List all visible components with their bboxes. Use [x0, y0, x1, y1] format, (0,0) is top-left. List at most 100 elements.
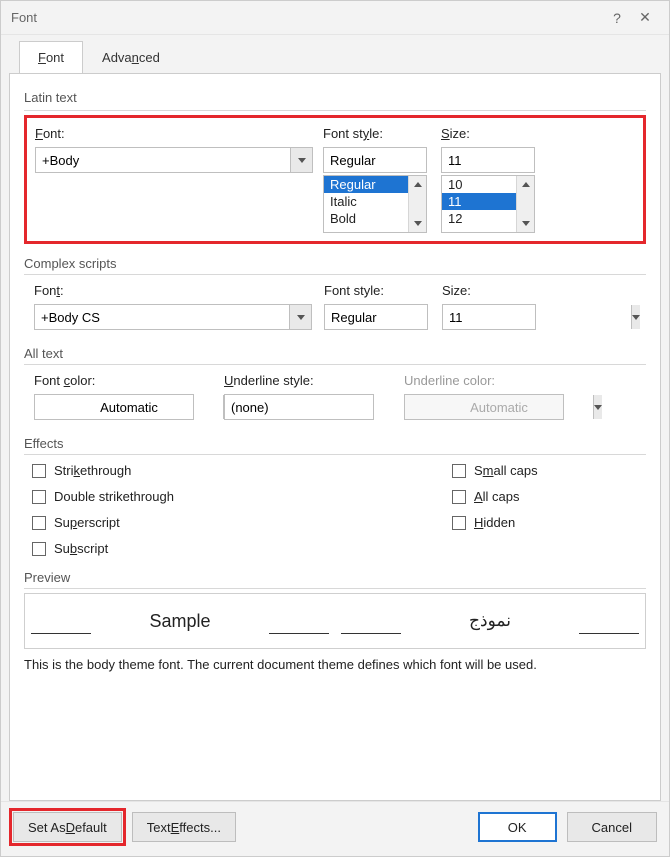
chevron-down-icon: [297, 315, 305, 320]
checkbox-subscript[interactable]: Subscript: [32, 541, 452, 556]
underline-color-dropdown-button: [593, 395, 602, 419]
checkbox-small-caps[interactable]: Small caps: [452, 463, 538, 478]
chevron-down-icon: [594, 405, 602, 410]
complex-size-input[interactable]: [443, 305, 631, 329]
checkbox-icon: [452, 516, 466, 530]
checkbox-hidden[interactable]: Hidden: [452, 515, 538, 530]
size-input[interactable]: [442, 148, 630, 172]
checkbox-superscript[interactable]: Superscript: [32, 515, 452, 530]
size-scrollbar[interactable]: [516, 176, 534, 232]
font-color-value[interactable]: [35, 395, 223, 419]
scroll-down-button[interactable]: [517, 215, 534, 232]
set-as-default-button[interactable]: Set As Default: [13, 812, 122, 842]
font-style-option-regular[interactable]: Regular: [324, 176, 408, 193]
font-style-input-combo[interactable]: [323, 147, 427, 173]
title-bar: Font ? ✕: [1, 1, 669, 35]
scroll-up-button[interactable]: [517, 176, 534, 193]
group-divider: [24, 110, 646, 111]
chevron-up-icon: [522, 182, 530, 187]
size-label: Size:: [441, 126, 545, 141]
preview-sample-complex: نموذج: [335, 594, 645, 648]
latin-text-highlight-box: Font: Font style: Regular Italic: [24, 115, 646, 244]
size-option-10[interactable]: 10: [442, 176, 516, 193]
font-style-option-italic[interactable]: Italic: [324, 193, 408, 210]
underline-style-label: Underline style:: [224, 373, 382, 388]
scroll-down-button[interactable]: [409, 215, 426, 232]
ok-button[interactable]: OK: [478, 812, 557, 842]
preview-line-icon: [269, 633, 329, 634]
font-color-combo[interactable]: [34, 394, 194, 420]
complex-font-label: Font:: [34, 283, 324, 298]
cancel-button[interactable]: Cancel: [567, 812, 657, 842]
tab-font[interactable]: Fontdocument.currentScript.previousEleme…: [19, 41, 83, 74]
chevron-down-icon: [298, 158, 306, 163]
checkbox-icon: [32, 516, 46, 530]
help-icon[interactable]: ?: [603, 10, 631, 26]
font-dialog: Font ? ✕ Fontdocument.currentScript.prev…: [0, 0, 670, 857]
size-option-11[interactable]: 11: [442, 193, 516, 210]
complex-font-combo[interactable]: [34, 304, 312, 330]
group-complex-scripts: Complex scripts: [24, 256, 646, 271]
tabs: Fontdocument.currentScript.previousEleme…: [19, 41, 669, 74]
size-listbox[interactable]: 10 11 12: [441, 175, 535, 233]
chevron-down-icon: [414, 221, 422, 226]
text-effects-button[interactable]: Text Effects...: [132, 812, 236, 842]
checkbox-strikethrough[interactable]: Strikethrough: [32, 463, 452, 478]
complex-font-input[interactable]: [35, 305, 289, 329]
font-color-label: Font color:: [34, 373, 202, 388]
preview-sample-text-ar: نموذج: [469, 611, 511, 631]
complex-size-combo[interactable]: [442, 304, 536, 330]
checkbox-all-caps[interactable]: All caps: [452, 489, 538, 504]
checkbox-icon: [452, 490, 466, 504]
font-style-option-bold[interactable]: Bold: [324, 210, 408, 227]
tab-page-font: Latin text Font: Font style:: [9, 73, 661, 801]
group-divider: [24, 454, 646, 455]
group-all-text: All text: [24, 346, 646, 361]
preview-box: Sample نموذج: [24, 593, 646, 649]
complex-size-label: Size:: [442, 283, 546, 298]
group-divider: [24, 588, 646, 589]
preview-line-icon: [31, 633, 91, 634]
font-style-scrollbar[interactable]: [408, 176, 426, 232]
chevron-up-icon: [414, 182, 422, 187]
group-divider: [24, 364, 646, 365]
preview-sample-text: Sample: [149, 611, 210, 632]
size-option-12[interactable]: 12: [442, 210, 516, 227]
font-dropdown-button[interactable]: [290, 148, 312, 172]
preview-sample-latin: Sample: [25, 594, 335, 648]
font-style-listbox[interactable]: Regular Italic Bold: [323, 175, 427, 233]
underline-style-combo[interactable]: [224, 394, 374, 420]
underline-color-label: Underline color:: [404, 373, 572, 388]
complex-font-dropdown-button[interactable]: [289, 305, 311, 329]
font-style-label: Font style:: [323, 126, 441, 141]
checkbox-icon: [452, 464, 466, 478]
chevron-down-icon: [522, 221, 530, 226]
font-label: Font:: [35, 126, 315, 141]
tab-advanced[interactable]: Advanced: [83, 41, 179, 74]
checkbox-icon: [32, 464, 46, 478]
font-input[interactable]: [36, 148, 290, 172]
checkbox-double-strikethrough[interactable]: Double strikethrough: [32, 489, 452, 504]
chevron-down-icon: [632, 315, 640, 320]
group-divider: [24, 274, 646, 275]
preview-note: This is the body theme font. The current…: [24, 657, 646, 672]
scroll-up-button[interactable]: [409, 176, 426, 193]
complex-style-combo[interactable]: [324, 304, 428, 330]
preview-line-icon: [579, 633, 639, 634]
group-preview: Preview: [24, 570, 646, 585]
checkbox-icon: [32, 542, 46, 556]
underline-color-value: [405, 395, 593, 419]
dialog-title: Font: [11, 10, 603, 25]
complex-size-dropdown-button[interactable]: [631, 305, 640, 329]
preview-line-icon: [341, 633, 401, 634]
underline-style-value[interactable]: [225, 395, 413, 419]
complex-style-label: Font style:: [324, 283, 442, 298]
dialog-footer: Set As Default Text Effects... OK Cancel: [1, 801, 669, 856]
size-input-combo[interactable]: [441, 147, 535, 173]
checkbox-icon: [32, 490, 46, 504]
close-icon[interactable]: ✕: [631, 9, 659, 26]
group-latin-text: Latin text: [24, 90, 646, 105]
group-effects: Effects: [24, 436, 646, 451]
font-combo[interactable]: [35, 147, 313, 173]
underline-color-combo: [404, 394, 564, 420]
